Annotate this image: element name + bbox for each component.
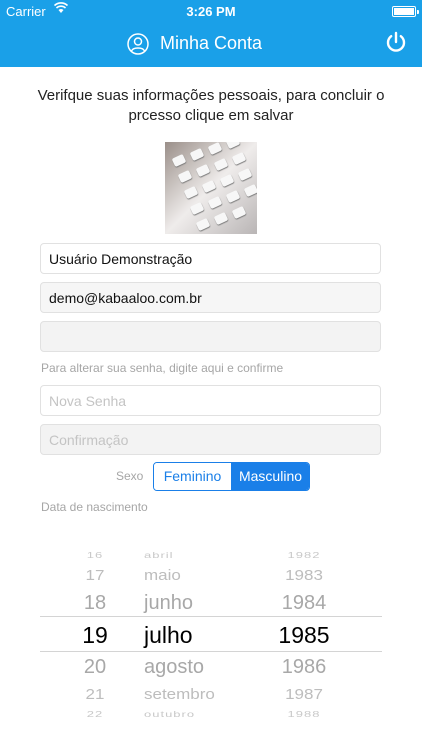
picker-row-selected[interactable]: 19 julho 1985 [0, 622, 422, 652]
sex-option-feminino[interactable]: Feminino [154, 463, 232, 490]
picker-year: 1986 [281, 656, 327, 678]
status-bar: Carrier 3:26 PM [0, 0, 422, 22]
third-field[interactable] [40, 321, 381, 352]
intro-text: Verifque suas informações pessoais, para… [37, 87, 385, 124]
picker-day: 16 [86, 550, 104, 560]
user-circle-icon[interactable] [127, 33, 149, 55]
picker-selection-bottom-line [40, 651, 382, 652]
page-title: Minha Conta [160, 33, 263, 53]
picker-row[interactable]: 18 junho 1984 [0, 592, 422, 622]
picker-day: 21 [85, 685, 105, 703]
picker-year: 1983 [285, 566, 323, 584]
confirm-password-field[interactable]: Confirmação [40, 424, 381, 455]
picker-row[interactable]: 21 setembro 1987 [0, 686, 422, 712]
status-time: 3:26 PM [186, 4, 236, 19]
picker-month: junho [144, 592, 193, 614]
sex-option-masculino[interactable]: Masculino [232, 463, 309, 490]
picker-year-selected: 1985 [278, 622, 330, 648]
power-icon[interactable] [385, 31, 407, 53]
picker-month: outubro [144, 709, 196, 719]
picker-month: abril [144, 550, 174, 560]
password-hint: Para alterar sua senha, digite aqui e co… [41, 361, 284, 375]
nav-bar: Minha Conta [0, 22, 422, 67]
picker-selection-top-line [40, 616, 382, 617]
picker-year: 1987 [285, 685, 323, 703]
picker-year: 1984 [281, 592, 327, 614]
sex-segmented-control: Feminino Masculino [153, 462, 310, 491]
profile-photo[interactable] [165, 142, 257, 234]
picker-row[interactable]: 17 maio 1983 [0, 567, 422, 593]
picker-row[interactable]: 22 outubro 1988 [0, 709, 422, 725]
battery-icon [392, 6, 419, 17]
picker-year: 1982 [287, 550, 321, 560]
new-password-field[interactable]: Nova Senha [40, 385, 381, 416]
picker-month: maio [144, 566, 181, 584]
dob-label: Data de nascimento [41, 500, 148, 514]
picker-day-selected: 19 [82, 622, 108, 648]
picker-day: 18 [83, 592, 107, 614]
email-field[interactable]: demo@kabaaloo.com.br [40, 282, 381, 313]
app-header: Carrier 3:26 PM Minha Conta [0, 0, 422, 67]
picker-row[interactable]: 20 agosto 1986 [0, 656, 422, 686]
date-picker[interactable]: 16 abril 1982 17 maio 1983 18 junho 1984… [0, 540, 422, 725]
picker-day: 22 [86, 709, 104, 719]
picker-day: 17 [85, 566, 105, 584]
picker-year: 1988 [287, 709, 321, 719]
picker-month-selected: julho [144, 622, 193, 648]
name-field[interactable]: Usuário Demonstração [40, 243, 381, 274]
sex-label: Sexo [116, 469, 144, 483]
picker-day: 20 [83, 656, 107, 678]
picker-month: agosto [144, 656, 205, 678]
picker-month: setembro [144, 685, 215, 703]
